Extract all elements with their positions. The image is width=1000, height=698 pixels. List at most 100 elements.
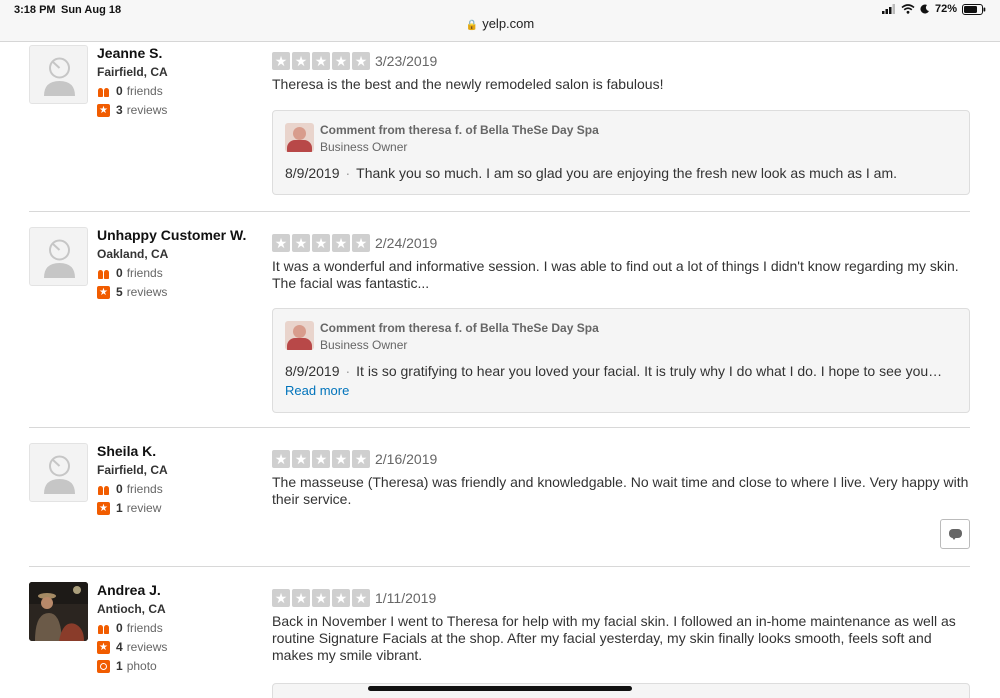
- star-icon: ★: [312, 234, 330, 252]
- friends-icon: [97, 267, 110, 280]
- star-icon: ★: [352, 589, 370, 607]
- review-star-icon: ★: [97, 640, 110, 654]
- star-icon: ★: [352, 52, 370, 70]
- user-location: Fairfield, CA: [97, 65, 168, 79]
- reply-date: 8/9/2019: [285, 165, 340, 182]
- status-time: 3:18 PM: [14, 4, 56, 16]
- review-star-icon: ★: [97, 501, 110, 515]
- star-icon: ★: [352, 234, 370, 252]
- star-icon: ★: [272, 589, 290, 607]
- reply-role: Business Owner: [320, 140, 408, 155]
- review-content: ★ ★ ★ ★ ★ 1/11/2019 Back in November I went t…: [272, 589, 970, 664]
- reviews-count: ★ 3 reviews: [97, 102, 247, 118]
- address-bar[interactable]: 🔒 yelp.com: [0, 16, 1000, 31]
- star-rating: ★ ★ ★ ★ ★: [272, 234, 370, 252]
- user-info: Unhappy Customer W. Oakland, CA 0 friends…: [97, 227, 247, 300]
- friends-count: 0 friends: [97, 481, 247, 497]
- default-avatar-icon: [44, 239, 75, 278]
- avatar[interactable]: [29, 443, 88, 502]
- friends-icon: [97, 622, 110, 635]
- signal-icon: [881, 4, 895, 14]
- star-icon: ★: [292, 589, 310, 607]
- lock-icon: 🔒: [465, 20, 479, 31]
- avatar[interactable]: [29, 582, 88, 641]
- battery-icon: [962, 3, 986, 15]
- star-icon: ★: [272, 234, 290, 252]
- review-date: 3/23/2019: [375, 53, 438, 69]
- photos-count: 1 photo: [97, 658, 247, 674]
- battery-percent: 72%: [934, 3, 957, 15]
- reply-title: Comment from theresa f. of Bella TheSe D…: [320, 123, 599, 138]
- friends-count: 0 friends: [97, 620, 247, 636]
- home-indicator[interactable]: [368, 686, 632, 691]
- review-content: ★ ★ ★ ★ ★ 2/24/2019 It was a wonderful and in…: [272, 234, 970, 414]
- reply-text: Thank you so much. I am so glad you are …: [356, 165, 898, 182]
- comment-button[interactable]: [940, 519, 970, 549]
- user-name[interactable]: Sheila K.: [97, 443, 247, 460]
- reply-title: Comment from theresa f. of Bella TheSe D…: [320, 321, 599, 336]
- owner-reply: Comment from theresa f. of Bella TheSe D…: [272, 110, 970, 196]
- star-icon: ★: [272, 52, 290, 70]
- divider: [29, 566, 970, 567]
- review-text: It was a wonderful and informative sessi…: [272, 258, 959, 292]
- owner-avatar[interactable]: [285, 321, 314, 351]
- review-date: 2/24/2019: [375, 235, 438, 251]
- review-content: ★ ★ ★ ★ ★ 2/16/2019 The masseuse (Theresa) wa…: [272, 450, 970, 508]
- review-star-icon: ★: [97, 285, 110, 299]
- browser-status-bar: 3:18 PM Sun Aug 18 72% 🔒 yelp.com: [0, 0, 1000, 42]
- star-icon: ★: [332, 52, 350, 70]
- user-name[interactable]: Jeanne S.: [97, 45, 247, 62]
- star-icon: ★: [352, 450, 370, 468]
- friends-icon: [97, 483, 110, 496]
- status-date: Sun Aug 18: [61, 4, 122, 16]
- star-rating: ★ ★ ★ ★ ★: [272, 52, 370, 70]
- user-location: Fairfield, CA: [97, 463, 168, 477]
- divider: [29, 211, 970, 212]
- reviews-count: ★ 5 reviews: [97, 284, 247, 300]
- star-rating: ★ ★ ★ ★ ★: [272, 589, 370, 607]
- user-name[interactable]: Andrea J.: [97, 582, 247, 599]
- reply-text: It is so gratifying to hear you loved yo…: [356, 363, 943, 380]
- star-icon: ★: [272, 450, 290, 468]
- friends-count: 0 friends: [97, 83, 247, 99]
- user-info: Sheila K. Fairfield, CA 0 friends ★ 1 revie…: [97, 443, 247, 516]
- star-icon: ★: [332, 234, 350, 252]
- review-date: 1/11/2019: [375, 590, 437, 606]
- divider: [29, 427, 970, 428]
- star-icon: ★: [312, 52, 330, 70]
- default-avatar-icon: [44, 455, 75, 494]
- status-indicators: 72%: [881, 3, 986, 15]
- url-text: yelp.com: [482, 16, 535, 31]
- star-icon: ★: [332, 450, 350, 468]
- review-text: The masseuse (Theresa) was friendly and …: [272, 474, 969, 508]
- read-more-link[interactable]: Read more: [285, 383, 349, 398]
- user-info: Andrea J. Antioch, CA 0 friends ★ 4 reviews…: [97, 582, 247, 674]
- user-location: Antioch, CA: [97, 602, 166, 616]
- review-date: 2/16/2019: [375, 451, 438, 467]
- reply-role: Business Owner: [320, 338, 408, 353]
- review-text: Theresa is the best and the newly remode…: [272, 76, 664, 93]
- review-content: ★ ★ ★ ★ ★ 3/23/2019 Theresa is the best and t…: [272, 52, 970, 196]
- wifi-icon: [901, 4, 915, 14]
- moon-icon: [920, 4, 929, 14]
- review-text: Back in November I went to Theresa for h…: [272, 613, 956, 664]
- avatar[interactable]: [29, 227, 88, 286]
- user-photo: [29, 582, 88, 641]
- reply-date: 8/9/2019: [285, 363, 340, 380]
- star-icon: ★: [292, 52, 310, 70]
- user-location: Oakland, CA: [97, 247, 169, 261]
- user-info: Jeanne S. Fairfield, CA 0 friends ★ 3 revie…: [97, 45, 247, 118]
- reply-body: 8/9/2019 · It is so gratifying to hear you…: [285, 363, 943, 380]
- friends-icon: [97, 85, 110, 98]
- camera-icon: [97, 659, 110, 673]
- owner-reply: Comment from theresa f. of Bella TheSe D…: [272, 308, 970, 414]
- friends-count: 0 friends: [97, 265, 247, 281]
- default-avatar-icon: [44, 57, 75, 96]
- review-star-icon: ★: [97, 103, 110, 117]
- star-rating: ★ ★ ★ ★ ★: [272, 450, 370, 468]
- owner-avatar[interactable]: [285, 123, 314, 153]
- reply-body: 8/9/2019 · Thank you so much. I am so glad…: [285, 165, 898, 182]
- avatar[interactable]: [29, 45, 88, 104]
- star-icon: ★: [312, 450, 330, 468]
- user-name[interactable]: Unhappy Customer W.: [97, 227, 247, 244]
